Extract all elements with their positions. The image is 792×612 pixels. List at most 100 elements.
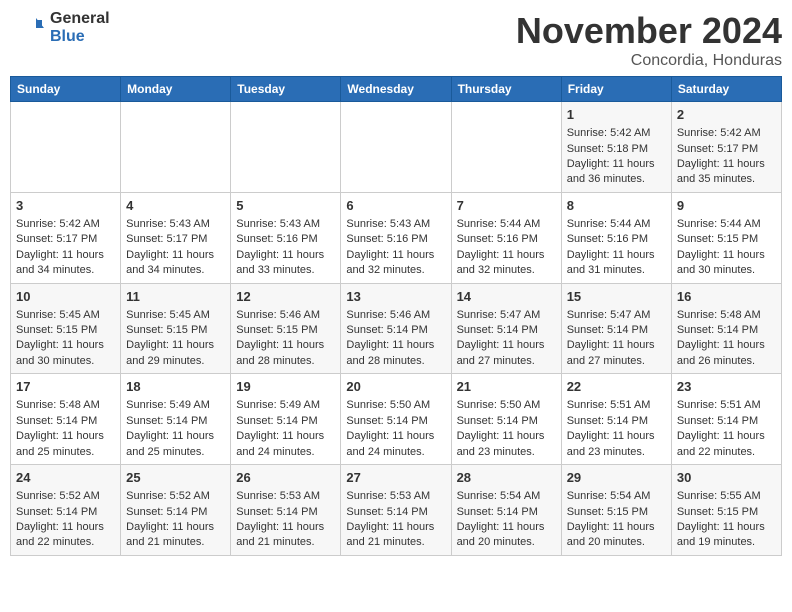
- day-info: Daylight: 11 hours and 35 minutes.: [677, 157, 776, 188]
- calendar-cell: 4Sunrise: 5:43 AMSunset: 5:17 PMDaylight…: [121, 192, 231, 283]
- calendar-cell: 2Sunrise: 5:42 AMSunset: 5:17 PMDaylight…: [671, 102, 781, 193]
- weekday-header-saturday: Saturday: [671, 77, 781, 102]
- calendar-cell: 28Sunrise: 5:54 AMSunset: 5:14 PMDayligh…: [451, 465, 561, 556]
- day-info: Sunrise: 5:47 AM: [457, 308, 556, 323]
- day-info: Daylight: 11 hours and 33 minutes.: [236, 248, 335, 279]
- day-number: 16: [677, 288, 776, 306]
- day-info: Sunrise: 5:43 AM: [346, 217, 445, 232]
- day-info: Daylight: 11 hours and 27 minutes.: [567, 338, 666, 369]
- calendar-cell: 8Sunrise: 5:44 AMSunset: 5:16 PMDaylight…: [561, 192, 671, 283]
- day-info: Sunrise: 5:52 AM: [16, 489, 115, 504]
- weekday-header-tuesday: Tuesday: [231, 77, 341, 102]
- day-info: Sunset: 5:18 PM: [567, 142, 666, 157]
- day-info: Sunrise: 5:49 AM: [236, 398, 335, 413]
- day-info: Sunset: 5:14 PM: [126, 414, 225, 429]
- day-info: Daylight: 11 hours and 30 minutes.: [16, 338, 115, 369]
- day-number: 1: [567, 106, 666, 124]
- day-info: Sunrise: 5:49 AM: [126, 398, 225, 413]
- day-info: Sunset: 5:14 PM: [677, 323, 776, 338]
- day-info: Sunrise: 5:43 AM: [236, 217, 335, 232]
- day-info: Sunrise: 5:48 AM: [16, 398, 115, 413]
- day-info: Sunset: 5:14 PM: [346, 505, 445, 520]
- weekday-header-monday: Monday: [121, 77, 231, 102]
- calendar-week-row: 17Sunrise: 5:48 AMSunset: 5:14 PMDayligh…: [11, 374, 782, 465]
- calendar-cell: 16Sunrise: 5:48 AMSunset: 5:14 PMDayligh…: [671, 283, 781, 374]
- calendar-cell: 21Sunrise: 5:50 AMSunset: 5:14 PMDayligh…: [451, 374, 561, 465]
- day-info: Sunrise: 5:53 AM: [236, 489, 335, 504]
- day-info: Daylight: 11 hours and 25 minutes.: [126, 429, 225, 460]
- day-info: Sunset: 5:15 PM: [567, 505, 666, 520]
- day-info: Daylight: 11 hours and 20 minutes.: [457, 520, 556, 551]
- day-info: Sunrise: 5:54 AM: [567, 489, 666, 504]
- day-info: Sunrise: 5:51 AM: [567, 398, 666, 413]
- day-info: Daylight: 11 hours and 25 minutes.: [16, 429, 115, 460]
- day-number: 21: [457, 378, 556, 396]
- calendar-cell: 30Sunrise: 5:55 AMSunset: 5:15 PMDayligh…: [671, 465, 781, 556]
- calendar-cell: 22Sunrise: 5:51 AMSunset: 5:14 PMDayligh…: [561, 374, 671, 465]
- day-number: 10: [16, 288, 115, 306]
- day-info: Daylight: 11 hours and 34 minutes.: [16, 248, 115, 279]
- day-number: 6: [346, 197, 445, 215]
- day-number: 15: [567, 288, 666, 306]
- calendar-cell: 24Sunrise: 5:52 AMSunset: 5:14 PMDayligh…: [11, 465, 121, 556]
- calendar-cell: 20Sunrise: 5:50 AMSunset: 5:14 PMDayligh…: [341, 374, 451, 465]
- day-info: Daylight: 11 hours and 24 minutes.: [236, 429, 335, 460]
- logo-graphic: [10, 10, 46, 46]
- day-info: Sunset: 5:16 PM: [236, 232, 335, 247]
- month-title: November 2024: [516, 10, 782, 52]
- day-info: Daylight: 11 hours and 22 minutes.: [677, 429, 776, 460]
- calendar-table: SundayMondayTuesdayWednesdayThursdayFrid…: [10, 76, 782, 556]
- calendar-cell: 25Sunrise: 5:52 AMSunset: 5:14 PMDayligh…: [121, 465, 231, 556]
- calendar-cell: 12Sunrise: 5:46 AMSunset: 5:15 PMDayligh…: [231, 283, 341, 374]
- day-info: Sunset: 5:14 PM: [346, 323, 445, 338]
- day-number: 8: [567, 197, 666, 215]
- day-info: Sunrise: 5:42 AM: [16, 217, 115, 232]
- day-info: Sunrise: 5:54 AM: [457, 489, 556, 504]
- day-info: Sunset: 5:14 PM: [567, 414, 666, 429]
- calendar-cell: 14Sunrise: 5:47 AMSunset: 5:14 PMDayligh…: [451, 283, 561, 374]
- day-info: Daylight: 11 hours and 32 minutes.: [346, 248, 445, 279]
- weekday-header-sunday: Sunday: [11, 77, 121, 102]
- day-info: Sunrise: 5:43 AM: [126, 217, 225, 232]
- day-info: Sunrise: 5:44 AM: [457, 217, 556, 232]
- logo-text-blue: Blue: [50, 28, 110, 46]
- logo: General Blue: [10, 10, 110, 46]
- day-number: 12: [236, 288, 335, 306]
- day-info: Daylight: 11 hours and 28 minutes.: [236, 338, 335, 369]
- day-number: 29: [567, 469, 666, 487]
- calendar-cell: [341, 102, 451, 193]
- day-number: 18: [126, 378, 225, 396]
- calendar-cell: [231, 102, 341, 193]
- page-header: General Blue November 2024 Concordia, Ho…: [10, 10, 782, 70]
- day-number: 20: [346, 378, 445, 396]
- day-info: Sunset: 5:14 PM: [16, 505, 115, 520]
- calendar-cell: 17Sunrise: 5:48 AMSunset: 5:14 PMDayligh…: [11, 374, 121, 465]
- calendar-week-row: 1Sunrise: 5:42 AMSunset: 5:18 PMDaylight…: [11, 102, 782, 193]
- day-number: 13: [346, 288, 445, 306]
- day-info: Sunrise: 5:50 AM: [346, 398, 445, 413]
- calendar-cell: 29Sunrise: 5:54 AMSunset: 5:15 PMDayligh…: [561, 465, 671, 556]
- day-info: Daylight: 11 hours and 31 minutes.: [567, 248, 666, 279]
- calendar-week-row: 3Sunrise: 5:42 AMSunset: 5:17 PMDaylight…: [11, 192, 782, 283]
- day-info: Sunrise: 5:44 AM: [677, 217, 776, 232]
- calendar-week-row: 24Sunrise: 5:52 AMSunset: 5:14 PMDayligh…: [11, 465, 782, 556]
- calendar-cell: [121, 102, 231, 193]
- day-info: Sunset: 5:17 PM: [677, 142, 776, 157]
- weekday-header-friday: Friday: [561, 77, 671, 102]
- day-info: Sunrise: 5:46 AM: [236, 308, 335, 323]
- location: Concordia, Honduras: [516, 52, 782, 70]
- day-info: Sunrise: 5:44 AM: [567, 217, 666, 232]
- logo-text-general: General: [50, 10, 110, 28]
- day-number: 5: [236, 197, 335, 215]
- calendar-cell: 15Sunrise: 5:47 AMSunset: 5:14 PMDayligh…: [561, 283, 671, 374]
- calendar-cell: [451, 102, 561, 193]
- day-number: 7: [457, 197, 556, 215]
- day-info: Daylight: 11 hours and 23 minutes.: [457, 429, 556, 460]
- day-info: Daylight: 11 hours and 21 minutes.: [126, 520, 225, 551]
- day-info: Sunrise: 5:45 AM: [126, 308, 225, 323]
- day-number: 14: [457, 288, 556, 306]
- day-info: Sunrise: 5:55 AM: [677, 489, 776, 504]
- day-info: Sunrise: 5:51 AM: [677, 398, 776, 413]
- day-info: Sunrise: 5:47 AM: [567, 308, 666, 323]
- day-info: Sunset: 5:14 PM: [346, 414, 445, 429]
